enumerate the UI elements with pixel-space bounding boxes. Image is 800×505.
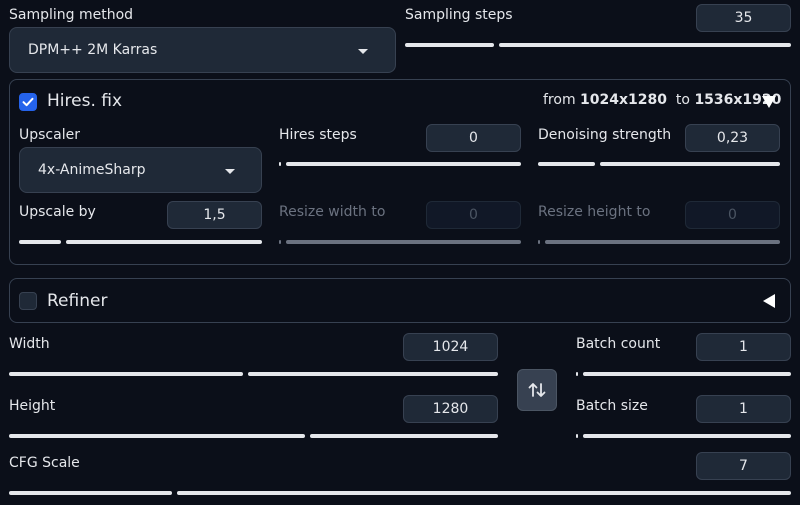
slider-rest — [286, 240, 521, 244]
slider-rest — [248, 372, 498, 376]
sampling-method-value: DPM++ 2M Karras — [28, 42, 158, 58]
refiner-panel — [9, 278, 791, 323]
hires-fix-checkbox[interactable] — [19, 93, 37, 111]
batch-count-slider[interactable] — [576, 372, 791, 376]
swap-vertical-icon — [528, 383, 546, 397]
hires-from-text: from — [543, 92, 576, 108]
height-label: Height — [9, 398, 56, 414]
refiner-title: Refiner — [47, 291, 108, 311]
slider-rest — [66, 240, 262, 244]
denoising-strength-slider[interactable] — [538, 162, 780, 166]
triangle-left-icon[interactable] — [762, 293, 776, 309]
hires-steps-slider[interactable] — [279, 162, 521, 166]
slider-fill — [538, 162, 595, 166]
resize-height-label: Resize height to — [538, 204, 651, 220]
sampling-steps-input[interactable]: 35 — [696, 4, 791, 32]
slider-fill — [279, 240, 281, 244]
check-icon — [22, 97, 34, 107]
resize-height-slider[interactable] — [538, 240, 780, 244]
swap-dimensions-button[interactable] — [517, 369, 557, 411]
width-label: Width — [9, 336, 50, 352]
upscale-by-label: Upscale by — [19, 204, 96, 220]
hires-steps-label: Hires steps — [279, 127, 357, 143]
batch-count-label: Batch count — [576, 336, 661, 352]
slider-rest — [177, 491, 791, 495]
triangle-down-icon[interactable] — [761, 95, 777, 109]
upscaler-label: Upscaler — [19, 127, 80, 143]
batch-size-slider[interactable] — [576, 434, 791, 438]
resize-width-input[interactable]: 0 — [426, 201, 521, 229]
slider-fill — [279, 162, 281, 166]
width-slider[interactable] — [9, 372, 498, 376]
chevron-down-icon — [358, 49, 368, 54]
width-input[interactable]: 1024 — [403, 333, 498, 361]
slider-rest — [310, 434, 498, 438]
hires-to-text: to — [675, 92, 690, 108]
height-input[interactable]: 1280 — [403, 395, 498, 423]
cfg-scale-label: CFG Scale — [9, 455, 80, 471]
sampling-method-dropdown[interactable]: DPM++ 2M Karras — [9, 27, 396, 73]
refiner-checkbox[interactable] — [19, 292, 37, 310]
slider-fill — [9, 491, 172, 495]
slider-fill — [405, 43, 494, 47]
slider-fill — [576, 434, 578, 438]
sampling-method-label: Sampling method — [9, 7, 134, 23]
sampling-steps-slider[interactable] — [405, 43, 791, 47]
slider-fill — [576, 372, 578, 376]
batch-size-input[interactable]: 1 — [696, 395, 791, 423]
slider-fill — [538, 240, 540, 244]
denoising-strength-label: Denoising strength — [538, 127, 672, 143]
cfg-scale-slider[interactable] — [9, 491, 791, 495]
slider-fill — [9, 372, 243, 376]
sampling-steps-label: Sampling steps — [405, 7, 513, 23]
hires-resolution-info: from 1024x1280 to 1536x1920 — [543, 92, 781, 108]
hires-steps-input[interactable]: 0 — [426, 124, 521, 152]
slider-rest — [545, 240, 780, 244]
slider-rest — [499, 43, 791, 47]
resize-width-slider[interactable] — [279, 240, 521, 244]
hires-fix-title: Hires. fix — [47, 91, 123, 111]
upscaler-value: 4x-AnimeSharp — [38, 162, 146, 178]
upscale-by-input[interactable]: 1,5 — [167, 201, 262, 229]
cfg-scale-input[interactable]: 7 — [696, 452, 791, 480]
slider-rest — [583, 372, 791, 376]
slider-fill — [19, 240, 61, 244]
slider-rest — [583, 434, 791, 438]
batch-count-input[interactable]: 1 — [696, 333, 791, 361]
hires-from-size: 1024x1280 — [580, 92, 668, 108]
slider-rest — [600, 162, 780, 166]
upscaler-dropdown[interactable]: 4x-AnimeSharp — [19, 147, 262, 193]
resize-height-input[interactable]: 0 — [685, 201, 780, 229]
upscale-by-slider[interactable] — [19, 240, 262, 244]
resize-width-label: Resize width to — [279, 204, 386, 220]
batch-size-label: Batch size — [576, 398, 648, 414]
slider-rest — [286, 162, 521, 166]
denoising-strength-input[interactable]: 0,23 — [685, 124, 780, 152]
slider-fill — [9, 434, 305, 438]
chevron-down-icon — [225, 169, 235, 174]
height-slider[interactable] — [9, 434, 498, 438]
